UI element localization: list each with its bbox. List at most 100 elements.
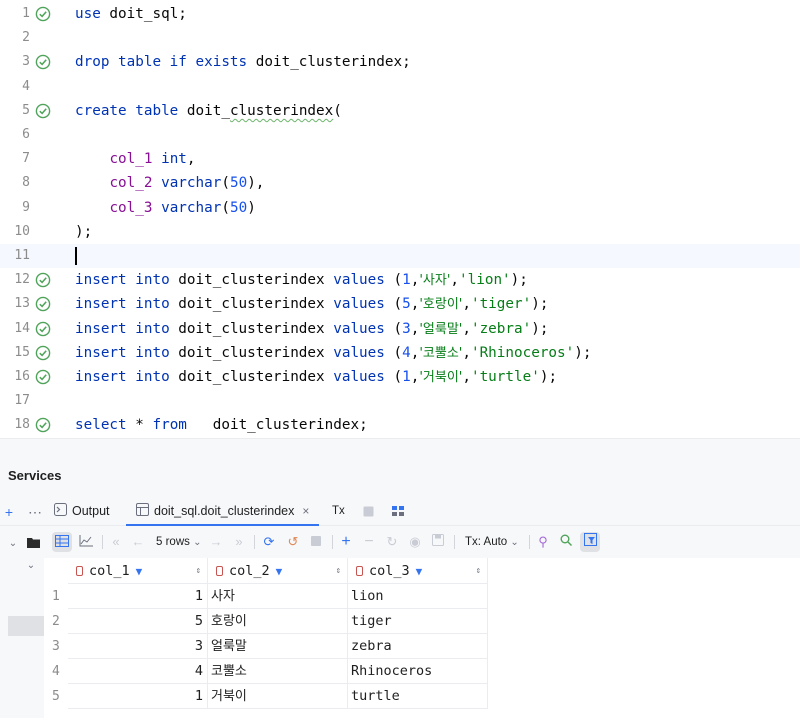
executed-check-icon[interactable] [35, 54, 51, 70]
code-line[interactable]: 18 select * from doit_clusterindex; [0, 413, 800, 437]
filter-icon[interactable]: ▼ [276, 565, 283, 578]
next-page-icon[interactable]: → [206, 532, 226, 552]
preview-icon[interactable]: ◉ [405, 532, 425, 552]
tree-selected-item[interactable] [8, 616, 44, 636]
folder-icon[interactable] [26, 533, 40, 553]
executed-check-icon[interactable] [35, 103, 51, 119]
console-icon [54, 499, 67, 525]
code-line[interactable]: 12 insert into doit_clusterindex values (… [0, 268, 800, 292]
filter-icon[interactable]: ▼ [416, 565, 423, 578]
sort-icon[interactable]: ⇕ [476, 558, 481, 584]
code-line[interactable]: 1 use doit_sql; [0, 2, 800, 26]
more-icon[interactable]: ⋯ [26, 502, 44, 522]
text-caret [75, 247, 77, 265]
row-number[interactable]: 2 [44, 609, 68, 634]
search-icon[interactable] [556, 532, 576, 552]
code-token: col_1 [109, 151, 153, 168]
code-line[interactable]: 2 [0, 26, 800, 50]
code-line[interactable]: 4 [0, 75, 800, 99]
tab-tx[interactable]: Tx [332, 498, 345, 526]
layout-icon[interactable] [390, 502, 406, 522]
line-number: 10 [14, 223, 30, 239]
code-line[interactable]: 11 [0, 244, 800, 268]
code-line[interactable]: 8 col_2 varchar(50), [0, 171, 800, 195]
result-grid[interactable]: col_1 ▼ ⇕ col_2 ▼ ⇕ col_3 ▼ ⇕ 1 1 사자 lion 2 5 호랑이 tiger 3… [44, 558, 800, 718]
code-token: insert into [75, 369, 170, 385]
prev-page-icon[interactable]: ← [128, 532, 148, 552]
table-cell[interactable]: 거북이 [208, 684, 348, 709]
code-line[interactable]: 9 col_3 varchar(50) [0, 196, 800, 220]
pin-icon[interactable]: ⚲ [533, 532, 553, 552]
history-icon[interactable]: ↺ [283, 532, 303, 552]
tx-mode-dropdown[interactable]: Tx: Auto ⌄ [465, 532, 519, 553]
table-cell[interactable]: Rhinoceros [348, 659, 488, 684]
table-view-icon[interactable] [52, 532, 72, 552]
submit-icon[interactable] [428, 532, 448, 552]
column-header-col-2[interactable]: col_2 ▼ ⇕ [208, 558, 348, 584]
table-cell[interactable]: 코뿔소 [208, 659, 348, 684]
table-cell[interactable]: 4 [68, 659, 208, 684]
code-line[interactable]: 13 insert into doit_clusterindex values (… [0, 292, 800, 316]
executed-check-icon[interactable] [35, 417, 51, 433]
code-line[interactable]: 14 insert into doit_clusterindex values (… [0, 317, 800, 341]
last-page-icon[interactable]: » [229, 532, 249, 552]
code-line[interactable]: 10); [0, 220, 800, 244]
tab-output[interactable]: Output [54, 498, 110, 526]
close-icon[interactable]: × [302, 504, 309, 518]
code-line[interactable]: 17 [0, 389, 800, 413]
row-number[interactable]: 1 [44, 584, 68, 609]
column-header-col-3[interactable]: col_3 ▼ ⇕ [348, 558, 488, 584]
panel-divider[interactable] [0, 438, 800, 458]
add-icon[interactable]: + [2, 502, 16, 522]
stop-icon[interactable] [361, 502, 375, 522]
chevron-down-icon[interactable]: ⌄ [24, 556, 38, 576]
table-cell[interactable]: 3 [68, 634, 208, 659]
stop-query-icon[interactable] [306, 532, 326, 552]
row-number[interactable]: 4 [44, 659, 68, 684]
line-number: 15 [14, 344, 30, 360]
code-line[interactable]: 7 col_1 int, [0, 147, 800, 171]
sort-icon[interactable]: ⇕ [336, 558, 341, 584]
table-cell[interactable]: 1 [68, 584, 208, 609]
code-line[interactable]: 5 create table doit_clusterindex( [0, 99, 800, 123]
row-number[interactable]: 3 [44, 634, 68, 659]
code-line[interactable]: 16 insert into doit_clusterindex values (… [0, 365, 800, 389]
table-cell[interactable]: 1 [68, 684, 208, 709]
executed-check-icon[interactable] [35, 369, 51, 385]
column-header-col-1[interactable]: col_1 ▼ ⇕ [68, 558, 208, 584]
filter-icon[interactable]: ▼ [136, 565, 143, 578]
chart-view-icon[interactable] [76, 532, 96, 552]
table-cell[interactable]: zebra [348, 634, 488, 659]
code-line[interactable]: 15 insert into doit_clusterindex values (… [0, 341, 800, 365]
table-cell[interactable]: turtle [348, 684, 488, 709]
chevron-down-icon[interactable]: ⌄ [6, 534, 20, 554]
executed-check-icon[interactable] [35, 6, 51, 22]
code-line[interactable]: 3 drop table if exists doit_clusterindex; [0, 50, 800, 74]
executed-check-icon[interactable] [35, 272, 51, 288]
executed-check-icon[interactable] [35, 296, 51, 312]
row-number[interactable]: 5 [44, 684, 68, 709]
tab-result-table[interactable]: doit_sql.doit_clusterindex × [126, 498, 320, 526]
table-cell[interactable]: 호랑이 [208, 609, 348, 634]
revert-icon[interactable]: ↻ [382, 532, 402, 552]
table-cell[interactable]: lion [348, 584, 488, 609]
first-page-icon[interactable]: « [106, 532, 126, 552]
filter-view-icon[interactable] [580, 532, 600, 552]
table-cell[interactable]: tiger [348, 609, 488, 634]
executed-check-icon[interactable] [35, 345, 51, 361]
sql-editor[interactable]: 1 use doit_sql; 2 3 drop table if exists doi… [0, 0, 800, 438]
refresh-icon[interactable]: ⟳ [259, 532, 279, 552]
table-cell[interactable]: 5 [68, 609, 208, 634]
executed-check-icon[interactable] [35, 321, 51, 337]
sort-icon[interactable]: ⇕ [196, 558, 201, 584]
code-token: insert into [75, 344, 170, 361]
table-cell[interactable]: 사자 [208, 584, 348, 609]
remove-row-icon[interactable]: − [359, 532, 379, 552]
code-token: 50 [229, 175, 248, 192]
rows-count-dropdown[interactable]: 5 rows ⌄ [156, 532, 201, 553]
add-row-icon[interactable]: + [336, 532, 356, 552]
table-cell[interactable]: 얼룩말 [208, 634, 348, 659]
code-line[interactable]: 6 [0, 123, 800, 147]
